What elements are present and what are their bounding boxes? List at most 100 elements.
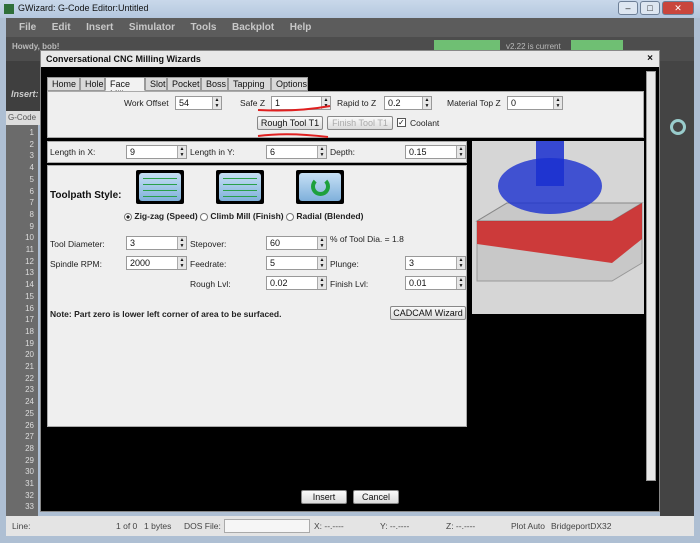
line-number: 24: [25, 397, 34, 407]
zoom-icon[interactable]: [670, 119, 686, 135]
stepover-label: Stepover:: [190, 239, 227, 249]
line-number: 7: [29, 198, 34, 208]
plunge-label: Plunge:: [330, 259, 359, 269]
status-count: 1 of 0: [116, 521, 138, 531]
coolant-label: Coolant: [410, 118, 440, 128]
line-number: 25: [25, 408, 34, 418]
dialog-close-button[interactable]: ×: [647, 53, 653, 64]
line-number: 22: [25, 373, 34, 383]
length-x-label: Length in X:: [50, 147, 96, 157]
status-x: X: --.----: [314, 521, 344, 531]
line-number: 20: [25, 350, 34, 360]
stepover-note: % of Tool Dia. = 1.8: [330, 234, 404, 244]
tab-hole[interactable]: Hole: [80, 77, 105, 91]
radial-toolpath-icon[interactable]: [296, 170, 344, 204]
line-number: 33: [25, 502, 34, 512]
line-number: 3: [29, 151, 34, 161]
line-number: 31: [25, 479, 34, 488]
status-z: Z: --.----: [446, 521, 476, 531]
material-top-z-label: Material Top Z: [447, 98, 501, 108]
line-number: 17: [25, 315, 34, 325]
tool-diameter-label: Tool Diameter:: [50, 239, 105, 249]
tab-home[interactable]: Home: [47, 77, 80, 91]
line-number: 23: [25, 385, 34, 395]
length-x-field[interactable]: 9 ▲ ▼: [126, 145, 187, 159]
minimize-button[interactable]: –: [618, 1, 638, 15]
radial-radio[interactable]: [285, 212, 294, 221]
dialog-title-text: Conversational CNC Milling Wizards: [46, 54, 201, 64]
tab-pocket[interactable]: Pocket: [167, 77, 201, 91]
line-number: 29: [25, 455, 34, 465]
menu-help[interactable]: Help: [290, 22, 312, 33]
close-window-button[interactable]: ✕: [662, 1, 694, 15]
tab-options[interactable]: Options: [271, 77, 308, 91]
menu-edit[interactable]: Edit: [52, 22, 71, 33]
line-number: 2: [29, 139, 34, 149]
tab-slot[interactable]: Slot: [145, 77, 167, 91]
menu-file[interactable]: File: [19, 22, 36, 33]
spindle-rpm-label: Spindle RPM:: [50, 259, 102, 269]
menu-insert[interactable]: Insert: [86, 22, 113, 33]
menu-tools[interactable]: Tools: [191, 22, 217, 33]
line-number: 8: [29, 209, 34, 219]
spindle-rpm-field[interactable]: 2000 ▲ ▼: [126, 256, 187, 270]
wizard-dialog: Conversational CNC Milling Wizards × Home…: [40, 50, 660, 512]
dialog-title: Conversational CNC Milling Wizards ×: [41, 51, 659, 67]
feedrate-field[interactable]: 5 ▲ ▼: [266, 256, 327, 270]
line-number: 4: [29, 163, 34, 173]
coolant-checkbox[interactable]: ✓: [397, 118, 406, 127]
zigzag-toolpath-icon[interactable]: [136, 170, 184, 204]
zigzag-label: Zig-zag (Speed): [134, 211, 198, 221]
tab-boss[interactable]: Boss: [201, 77, 228, 91]
maximize-button[interactable]: □: [640, 1, 660, 15]
line-number: 13: [25, 268, 34, 278]
menu-backplot[interactable]: Backplot: [232, 22, 274, 33]
line-number: 14: [25, 280, 34, 290]
line-number: 26: [25, 420, 34, 430]
line-number: 18: [25, 326, 34, 336]
rough-level-label: Rough Lvl:: [190, 279, 231, 289]
dos-file-field[interactable]: [224, 519, 310, 533]
tab-face-mill[interactable]: Face Mill: [105, 77, 145, 99]
cadcam-wizard-button[interactable]: CADCAM Wizard: [390, 306, 466, 320]
work-offset-label: Work Offset: [124, 98, 169, 108]
line-number: 15: [25, 291, 34, 301]
material-top-z-field[interactable]: 0 ▲ ▼: [507, 96, 563, 110]
climb-mill-radio[interactable]: [200, 212, 209, 221]
plunge-field[interactable]: 3 ▲ ▼: [405, 256, 466, 270]
line-number: 10: [25, 233, 34, 243]
climb-mill-toolpath-icon[interactable]: [216, 170, 264, 204]
line-number: 27: [25, 432, 34, 442]
toolpath-style-label: Toolpath Style:: [50, 190, 122, 201]
work-offset-field[interactable]: 54 ▲ ▼: [175, 96, 222, 110]
tool-diameter-field[interactable]: 3 ▲ ▼: [126, 236, 187, 250]
toolpath-radio-group: Zig-zag (Speed) Climb Mill (Finish) Radi…: [124, 211, 363, 221]
part-zero-note: Note: Part zero is lower left corner of …: [50, 309, 282, 319]
dimensions-panel: Length in X: 9 ▲ ▼ Length in Y: 6 ▲ ▼ Depth:…: [47, 141, 467, 163]
length-y-field[interactable]: 6 ▲ ▼: [266, 145, 327, 159]
line-number: 16: [25, 303, 34, 313]
line-number: 28: [25, 443, 34, 453]
radial-label: Radial (Blended): [296, 211, 364, 221]
tab-tapping[interactable]: Tapping: [228, 77, 271, 91]
cancel-button[interactable]: Cancel: [353, 490, 399, 504]
menu-simulator[interactable]: Simulator: [129, 22, 175, 33]
status-plot: Plot Auto: [511, 521, 546, 531]
stepover-field[interactable]: 60 ▲ ▼: [266, 236, 327, 250]
line-number: 5: [29, 174, 34, 184]
line-number-gutter: 1 2 3 4 5 6 7 8 9 10 11 12 13 14 15 16 17 18 19 20 21 22 23 24 2…: [6, 125, 38, 516]
menu-bar: File Edit Insert Simulator Tools Backplo…: [6, 18, 694, 37]
depth-field[interactable]: 0.15 ▲ ▼: [405, 145, 466, 159]
zigzag-radio[interactable]: [124, 212, 132, 221]
dialog-scrollbar[interactable]: [646, 71, 656, 481]
rapid-to-z-field[interactable]: 0.2 ▲ ▼: [384, 96, 432, 110]
rough-level-field[interactable]: 0.02 ▲ ▼: [266, 276, 327, 290]
climb-mill-label: Climb Mill (Finish): [210, 211, 284, 221]
insert-button[interactable]: Insert: [301, 490, 347, 504]
gcode-tab[interactable]: G-Code: [6, 111, 40, 125]
insert-label: Insert:: [11, 89, 39, 99]
finish-level-field[interactable]: 0.01 ▲ ▼: [405, 276, 466, 290]
toolpath-panel: Toolpath Style: Zig-zag (Speed) Climb Mi…: [47, 165, 467, 427]
toolpath-preview: [472, 141, 644, 314]
feedrate-label: Feedrate:: [190, 259, 227, 269]
